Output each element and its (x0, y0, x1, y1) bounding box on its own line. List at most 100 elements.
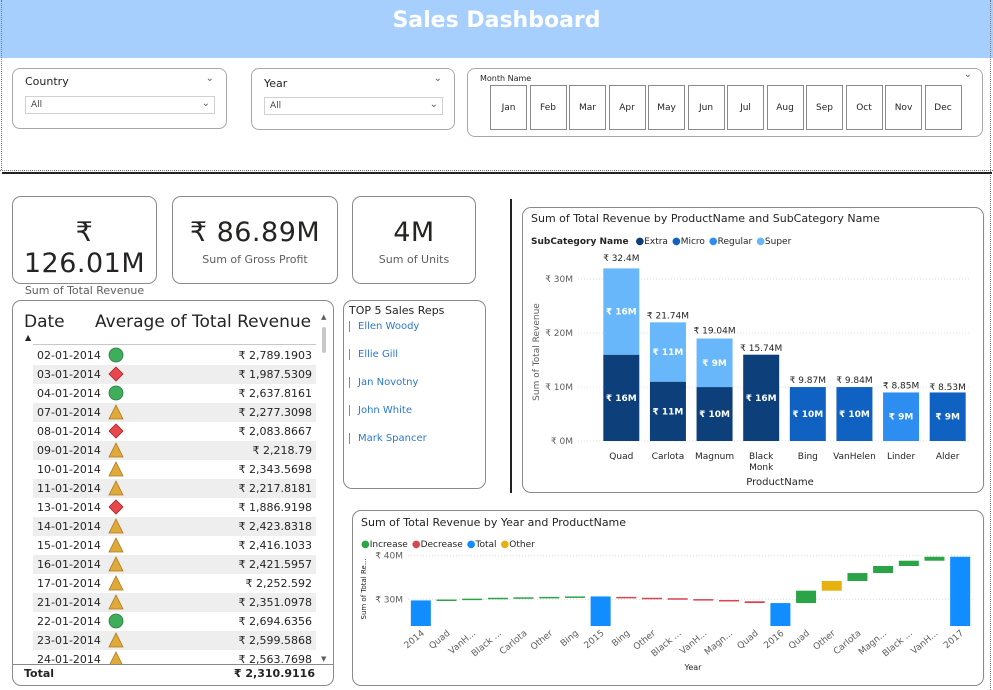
waterfall-chart: Sum of Total Revenue by Year and Product… (352, 510, 984, 686)
waterfall-plot: ₹ 30M ₹ 40M Sum of Total Re... 2014 Quad VanH… (360, 551, 973, 672)
row-date: 13-01-2014 (37, 501, 101, 514)
waterfall-bar-decrease (744, 601, 765, 604)
waterfall-bar-increase (564, 596, 585, 598)
month-button-apr[interactable]: Apr (608, 85, 646, 130)
y-tick-label: ₹ 10M (545, 383, 573, 393)
table-scrollbar[interactable]: ▲ ▼ (321, 313, 329, 663)
canvas-border-bottom (0, 170, 993, 171)
month-button-jun[interactable]: Jun (687, 85, 725, 130)
sales-rep-link[interactable]: Jan Novotny (349, 377, 418, 388)
row-value: ₹ 2,343.5698 (238, 463, 312, 476)
row-date: 17-01-2014 (37, 577, 101, 590)
x-tick-label: Monk (749, 463, 774, 473)
country-dropdown[interactable]: All ⌄ (25, 96, 215, 114)
triangle-shape (108, 537, 124, 553)
column-header-date[interactable]: Date (24, 312, 65, 332)
bar-total-label: ₹ 8.53M (929, 383, 965, 393)
chevron-down-icon[interactable]: ⌄ (964, 69, 972, 80)
x-tick-label: VanH... (910, 629, 941, 657)
month-button-oct[interactable]: Oct (845, 85, 883, 130)
sales-rep-link[interactable]: Ellen Woody (349, 321, 419, 332)
row-value: ₹ 2,218.79 (252, 444, 312, 457)
sort-ascending-icon[interactable]: ▲ (25, 333, 31, 342)
row-value: ₹ 2,416.1033 (238, 539, 312, 552)
sales-rep-link[interactable]: Mark Spancer (349, 433, 427, 444)
row-value: ₹ 2,351.0978 (238, 596, 312, 609)
circle-shape (108, 347, 124, 363)
triangle-shape (108, 518, 124, 534)
waterfall-bar-increase (487, 597, 508, 600)
row-value: ₹ 2,423.8318 (238, 520, 312, 533)
kpi-value: ₹ 86.89M (189, 217, 321, 248)
waterfall-bar-total (950, 556, 971, 626)
sales-rep-link[interactable]: Ellie Gill (349, 349, 398, 360)
bar-total-label: ₹ 9.87M (790, 376, 826, 386)
table-row: 11-01-2014 ₹ 2,217.8181 (33, 479, 316, 498)
diamond-shape (108, 366, 124, 382)
scroll-down-icon[interactable]: ▼ (321, 655, 326, 663)
red-diamond-icon (108, 366, 124, 382)
diamond-shape (108, 423, 124, 439)
month-button-feb[interactable]: Feb (529, 85, 567, 130)
month-button-dec[interactable]: Dec (924, 85, 962, 130)
row-value: ₹ 2,789.1903 (238, 349, 312, 362)
triangle-shape (108, 461, 124, 477)
yellow-triangle-icon (108, 461, 124, 477)
yellow-triangle-icon (108, 537, 124, 553)
waterfall-bar-decrease (667, 598, 688, 600)
table-row: 13-01-2014 ₹ 1,886.9198 (33, 498, 316, 517)
kpi-card-gross-profit: ₹ 86.89M Sum of Gross Profit (172, 196, 338, 284)
yellow-triangle-icon (109, 651, 123, 665)
kpi-value: ₹ 126.01M (23, 217, 146, 279)
chevron-down-icon: ⌄ (429, 99, 438, 110)
month-button-jan[interactable]: Jan (490, 85, 527, 130)
waterfall-bar-decrease (641, 597, 662, 600)
month-button-mar[interactable]: Mar (569, 85, 606, 130)
row-date: 02-01-2014 (37, 349, 101, 362)
x-tick-label: Carlota (498, 629, 529, 658)
bar-total-label: ₹ 21.74M (647, 312, 689, 322)
month-button-jul[interactable]: Jul (727, 85, 764, 130)
table-row: 21-01-2014 ₹ 2,351.0978 (33, 593, 316, 612)
top-sales-reps-panel: TOP 5 Sales Reps Ellen Woody Ellie Gill Ja… (343, 300, 486, 489)
row-value: ₹ 2,083.8667 (238, 425, 312, 438)
total-label: Total (24, 667, 55, 680)
row-date: 03-01-2014 (37, 368, 101, 381)
waterfall-bar-decrease (719, 599, 740, 602)
month-button-may[interactable]: May (648, 85, 685, 130)
x-axis-title: Year (684, 663, 703, 672)
total-value: ₹ 2,310.9116 (233, 667, 315, 680)
table-row: 09-01-2014 ₹ 2,218.79 (33, 441, 316, 460)
table-row: 10-01-2014 ₹ 2,343.5698 (33, 460, 316, 479)
month-button-aug[interactable]: Aug (766, 85, 804, 130)
y-axis-title: Sum of Total Revenue (532, 303, 542, 401)
bar-data-label: ₹ 16M (746, 394, 777, 404)
year-dropdown-value: All (270, 101, 282, 111)
yellow-triangle-icon (108, 556, 124, 572)
green-circle-icon (108, 385, 124, 401)
chevron-down-icon: ⌄ (201, 98, 210, 109)
month-button-nov[interactable]: Nov (885, 85, 922, 130)
year-dropdown[interactable]: All ⌄ (264, 97, 443, 115)
row-date: 07-01-2014 (37, 406, 101, 419)
header-divider (33, 344, 316, 345)
kpi-card-revenue: ₹ 126.01M Sum of Total Revenue (12, 196, 157, 297)
country-slicer-title: Country (25, 75, 69, 88)
row-value: ₹ 2,421.5957 (238, 558, 312, 571)
bar-data-label: ₹ 9M (702, 359, 727, 369)
chevron-down-icon[interactable]: ⌄ (206, 73, 214, 84)
circle-shape (108, 613, 124, 629)
column-header-average-revenue[interactable]: Average of Total Revenue (95, 312, 311, 332)
chevron-down-icon[interactable]: ⌄ (434, 73, 442, 84)
yellow-triangle-icon (108, 594, 124, 610)
month-button-sep[interactable]: Sep (806, 85, 843, 130)
scroll-up-icon[interactable]: ▲ (321, 313, 326, 321)
y-tick-label: ₹ 20M (545, 329, 573, 339)
scrollbar-thumb[interactable] (322, 327, 326, 353)
table-row: 24-01-2014 ₹ 2,563.7698 (33, 650, 316, 665)
sales-rep-link[interactable]: John White (349, 405, 412, 416)
waterfall-bar-increase (796, 590, 817, 604)
row-date: 14-01-2014 (37, 520, 101, 533)
table-row: 22-01-2014 ₹ 2,694.6356 (33, 612, 316, 631)
kpi-label: Sum of Total Revenue (24, 284, 145, 297)
